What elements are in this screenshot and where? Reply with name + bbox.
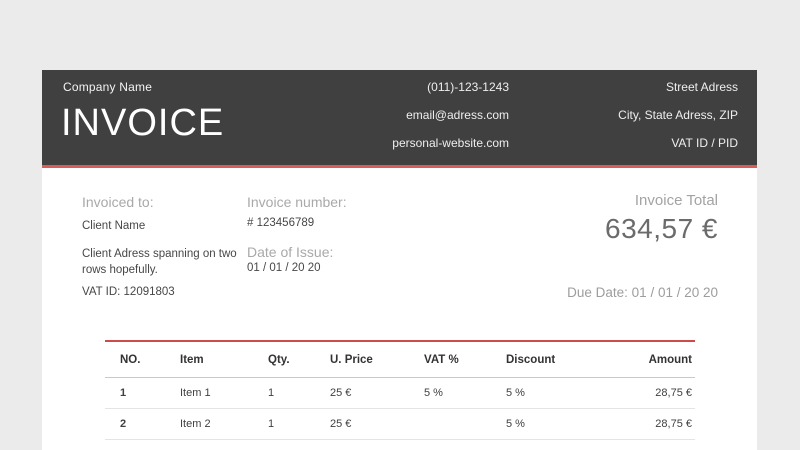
invoice-number-value: # 123456789: [247, 217, 315, 229]
cell-item: Item 1: [180, 387, 211, 399]
due-date: Due Date: 01 / 01 / 20 20: [567, 285, 718, 300]
cell-item: Item 2: [180, 418, 211, 430]
client-address-line1: Client Adress spanning on two: [82, 248, 237, 260]
cell-amount: 28,75 €: [655, 387, 692, 399]
client-name: Client Name: [82, 220, 146, 232]
invoiced-to-label: Invoiced to:: [82, 194, 154, 210]
header-contact-block: (011)-123-1243 email@adress.com personal…: [392, 70, 509, 157]
col-header-amount: Amount: [648, 353, 692, 366]
date-of-issue-label: Date of Issue:: [247, 244, 334, 260]
table-header-row: NO. Item Qty. U. Price VAT % Discount Am…: [105, 342, 695, 378]
cell-no: 2: [120, 418, 127, 430]
invoice-preview-canvas: { "colors": { "canvas_background": "#ebe…: [0, 0, 800, 450]
col-header-qty: Qty.: [268, 353, 290, 366]
invoice-number-label: Invoice number:: [247, 194, 347, 210]
cell-qty: 1: [268, 418, 275, 430]
company-website: personal-website.com: [392, 136, 509, 150]
col-header-item: Item: [180, 353, 204, 366]
cell-amount: 28,75 €: [655, 418, 692, 430]
line-items-table: NO. Item Qty. U. Price VAT % Discount Am…: [105, 340, 695, 440]
invoice-total-value: 634,57 €: [605, 213, 718, 244]
col-header-no: NO.: [120, 353, 141, 366]
company-email: email@adress.com: [406, 108, 509, 122]
invoice-header-band: Company Name INVOICE (011)-123-1243 emai…: [42, 70, 757, 168]
cell-discount: 5 %: [506, 387, 525, 399]
company-name: Company Name: [63, 80, 153, 94]
cell-vat: 5 %: [424, 387, 443, 399]
table-row: 2 Item 2 1 25 € 5 % 28,75 €: [105, 409, 695, 440]
invoice-total-label: Invoice Total: [634, 192, 718, 209]
cell-discount: 5 %: [506, 418, 525, 430]
invoice-page: Company Name INVOICE (011)-123-1243 emai…: [42, 70, 757, 450]
col-header-uprice: U. Price: [330, 353, 373, 366]
table-row: 1 Item 1 1 25 € 5 % 5 % 28,75 €: [105, 378, 695, 409]
date-of-issue-value: 01 / 01 / 20 20: [247, 262, 321, 274]
cell-no: 1: [120, 387, 127, 399]
cell-uprice: 25 €: [330, 387, 352, 399]
cell-uprice: 25 €: [330, 418, 352, 430]
col-header-discount: Discount: [506, 353, 556, 366]
company-street: Street Adress: [665, 80, 738, 94]
totals-block: Invoice Total 634,57 €: [605, 192, 718, 245]
company-city: City, State Adress, ZIP: [618, 108, 738, 122]
company-phone: (011)-123-1243: [427, 80, 509, 94]
client-address-line2: rows hopefully.: [82, 264, 158, 276]
client-address: Client Adress spanning on two rows hopef…: [82, 246, 262, 278]
cell-qty: 1: [268, 387, 275, 399]
company-vat-id: VAT ID / PID: [671, 136, 738, 150]
header-address-block: Street Adress City, State Adress, ZIP VA…: [618, 70, 738, 157]
invoice-title: INVOICE: [61, 102, 225, 144]
client-vat-id: VAT ID: 12091803: [82, 286, 175, 298]
col-header-vat: VAT %: [424, 353, 459, 366]
